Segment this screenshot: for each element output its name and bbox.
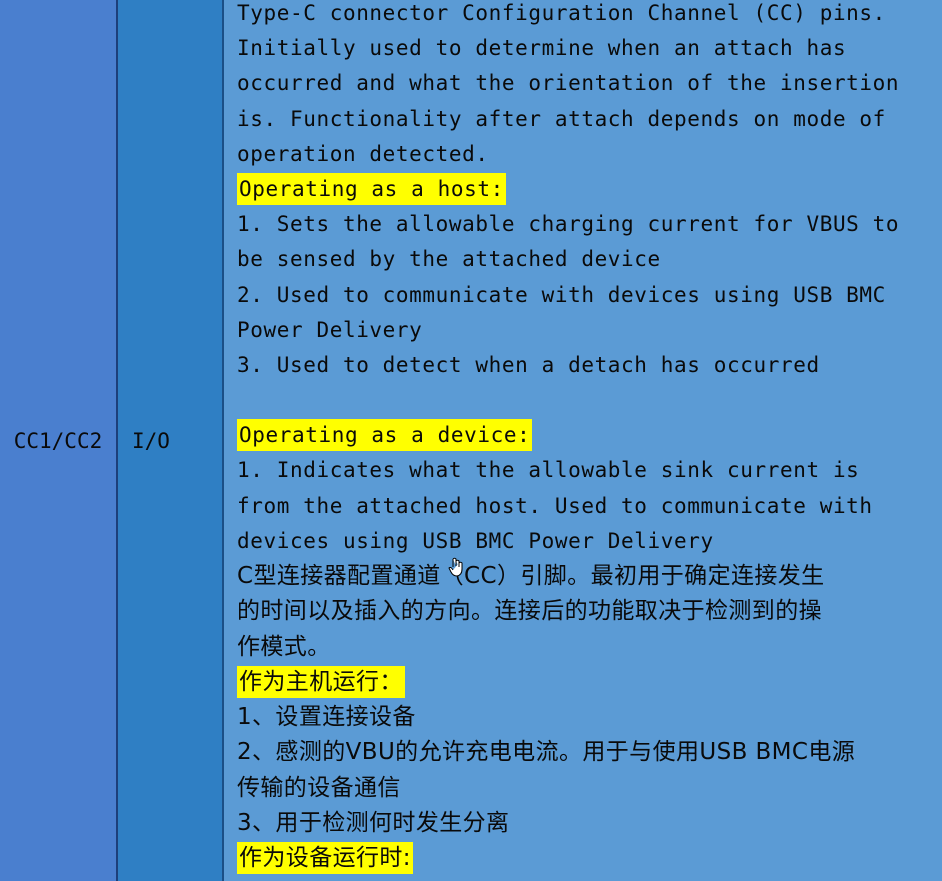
cn-host-item-line: 1、设置连接设备: [237, 704, 416, 731]
pin-type: I/O: [132, 428, 170, 453]
device-heading-line: Operating as a device:: [237, 418, 942, 453]
pin-name: CC1/CC2: [13, 428, 103, 453]
device-heading-highlight: Operating as a device:: [237, 419, 533, 452]
desc-intro-line: occurred and what the orientation of the…: [237, 71, 900, 96]
desc-intro-line: Initially used to determine when an atta…: [237, 36, 847, 61]
desc-intro-line: is. Functionality after attach depends o…: [237, 106, 886, 131]
device-item-line: from the attached host. Used to communic…: [237, 493, 873, 518]
device-item-line: 1. Indicates what the allowable sink cur…: [237, 458, 860, 483]
cn-intro-line: C型连接器配置通道（CC）引脚。最初用于确定连接发生: [237, 563, 825, 589]
hand-cursor-icon: [448, 557, 463, 577]
host-item-line: be sensed by the attached device: [237, 247, 661, 272]
cn-host-heading-highlight: 作为主机运行：: [237, 665, 405, 698]
cn-device-heading-line: 作为设备运行时:: [237, 841, 942, 876]
host-item-line: 3. Used to detect when a detach has occu…: [237, 352, 820, 377]
host-item-line: Power Delivery: [237, 317, 423, 342]
host-heading-highlight: Operating as a host:: [237, 172, 506, 205]
cn-host-heading-line: 作为主机运行：: [237, 665, 942, 700]
host-item-line: 1. Sets the allowable charging current f…: [237, 212, 900, 237]
cn-device-heading-highlight: 作为设备运行时:: [237, 842, 413, 875]
cn-host-item-line: 3、用于检测何时发生分离: [237, 810, 510, 837]
desc-intro-line: operation detected.: [237, 141, 489, 166]
host-item-line: 2. Used to communicate with devices usin…: [237, 282, 886, 307]
cn-intro-line: 作模式。: [237, 633, 331, 660]
desc-intro-line: Type-C connector Configuration Channel (…: [237, 1, 886, 25]
device-item-line: devices using USB BMC Power Delivery: [237, 528, 714, 553]
pin-type-cell: I/O: [118, 0, 224, 881]
cn-intro-line: 的时间以及插入的方向。连接后的功能取决于检测到的操: [237, 598, 822, 625]
description-cell: Type-C connector Configuration Channel (…: [224, 0, 942, 881]
pin-description-table: CC1/CC2 I/O Type-C connector Configurati…: [0, 0, 942, 881]
host-heading-line: Operating as a host:: [237, 172, 942, 207]
cn-host-item-line: 传输的设备通信: [237, 774, 401, 801]
cn-host-item-line: 2、感测的VBU的允许充电电流。用于与使用USB BMC电源: [237, 739, 856, 766]
pin-name-cell: CC1/CC2: [0, 0, 118, 881]
